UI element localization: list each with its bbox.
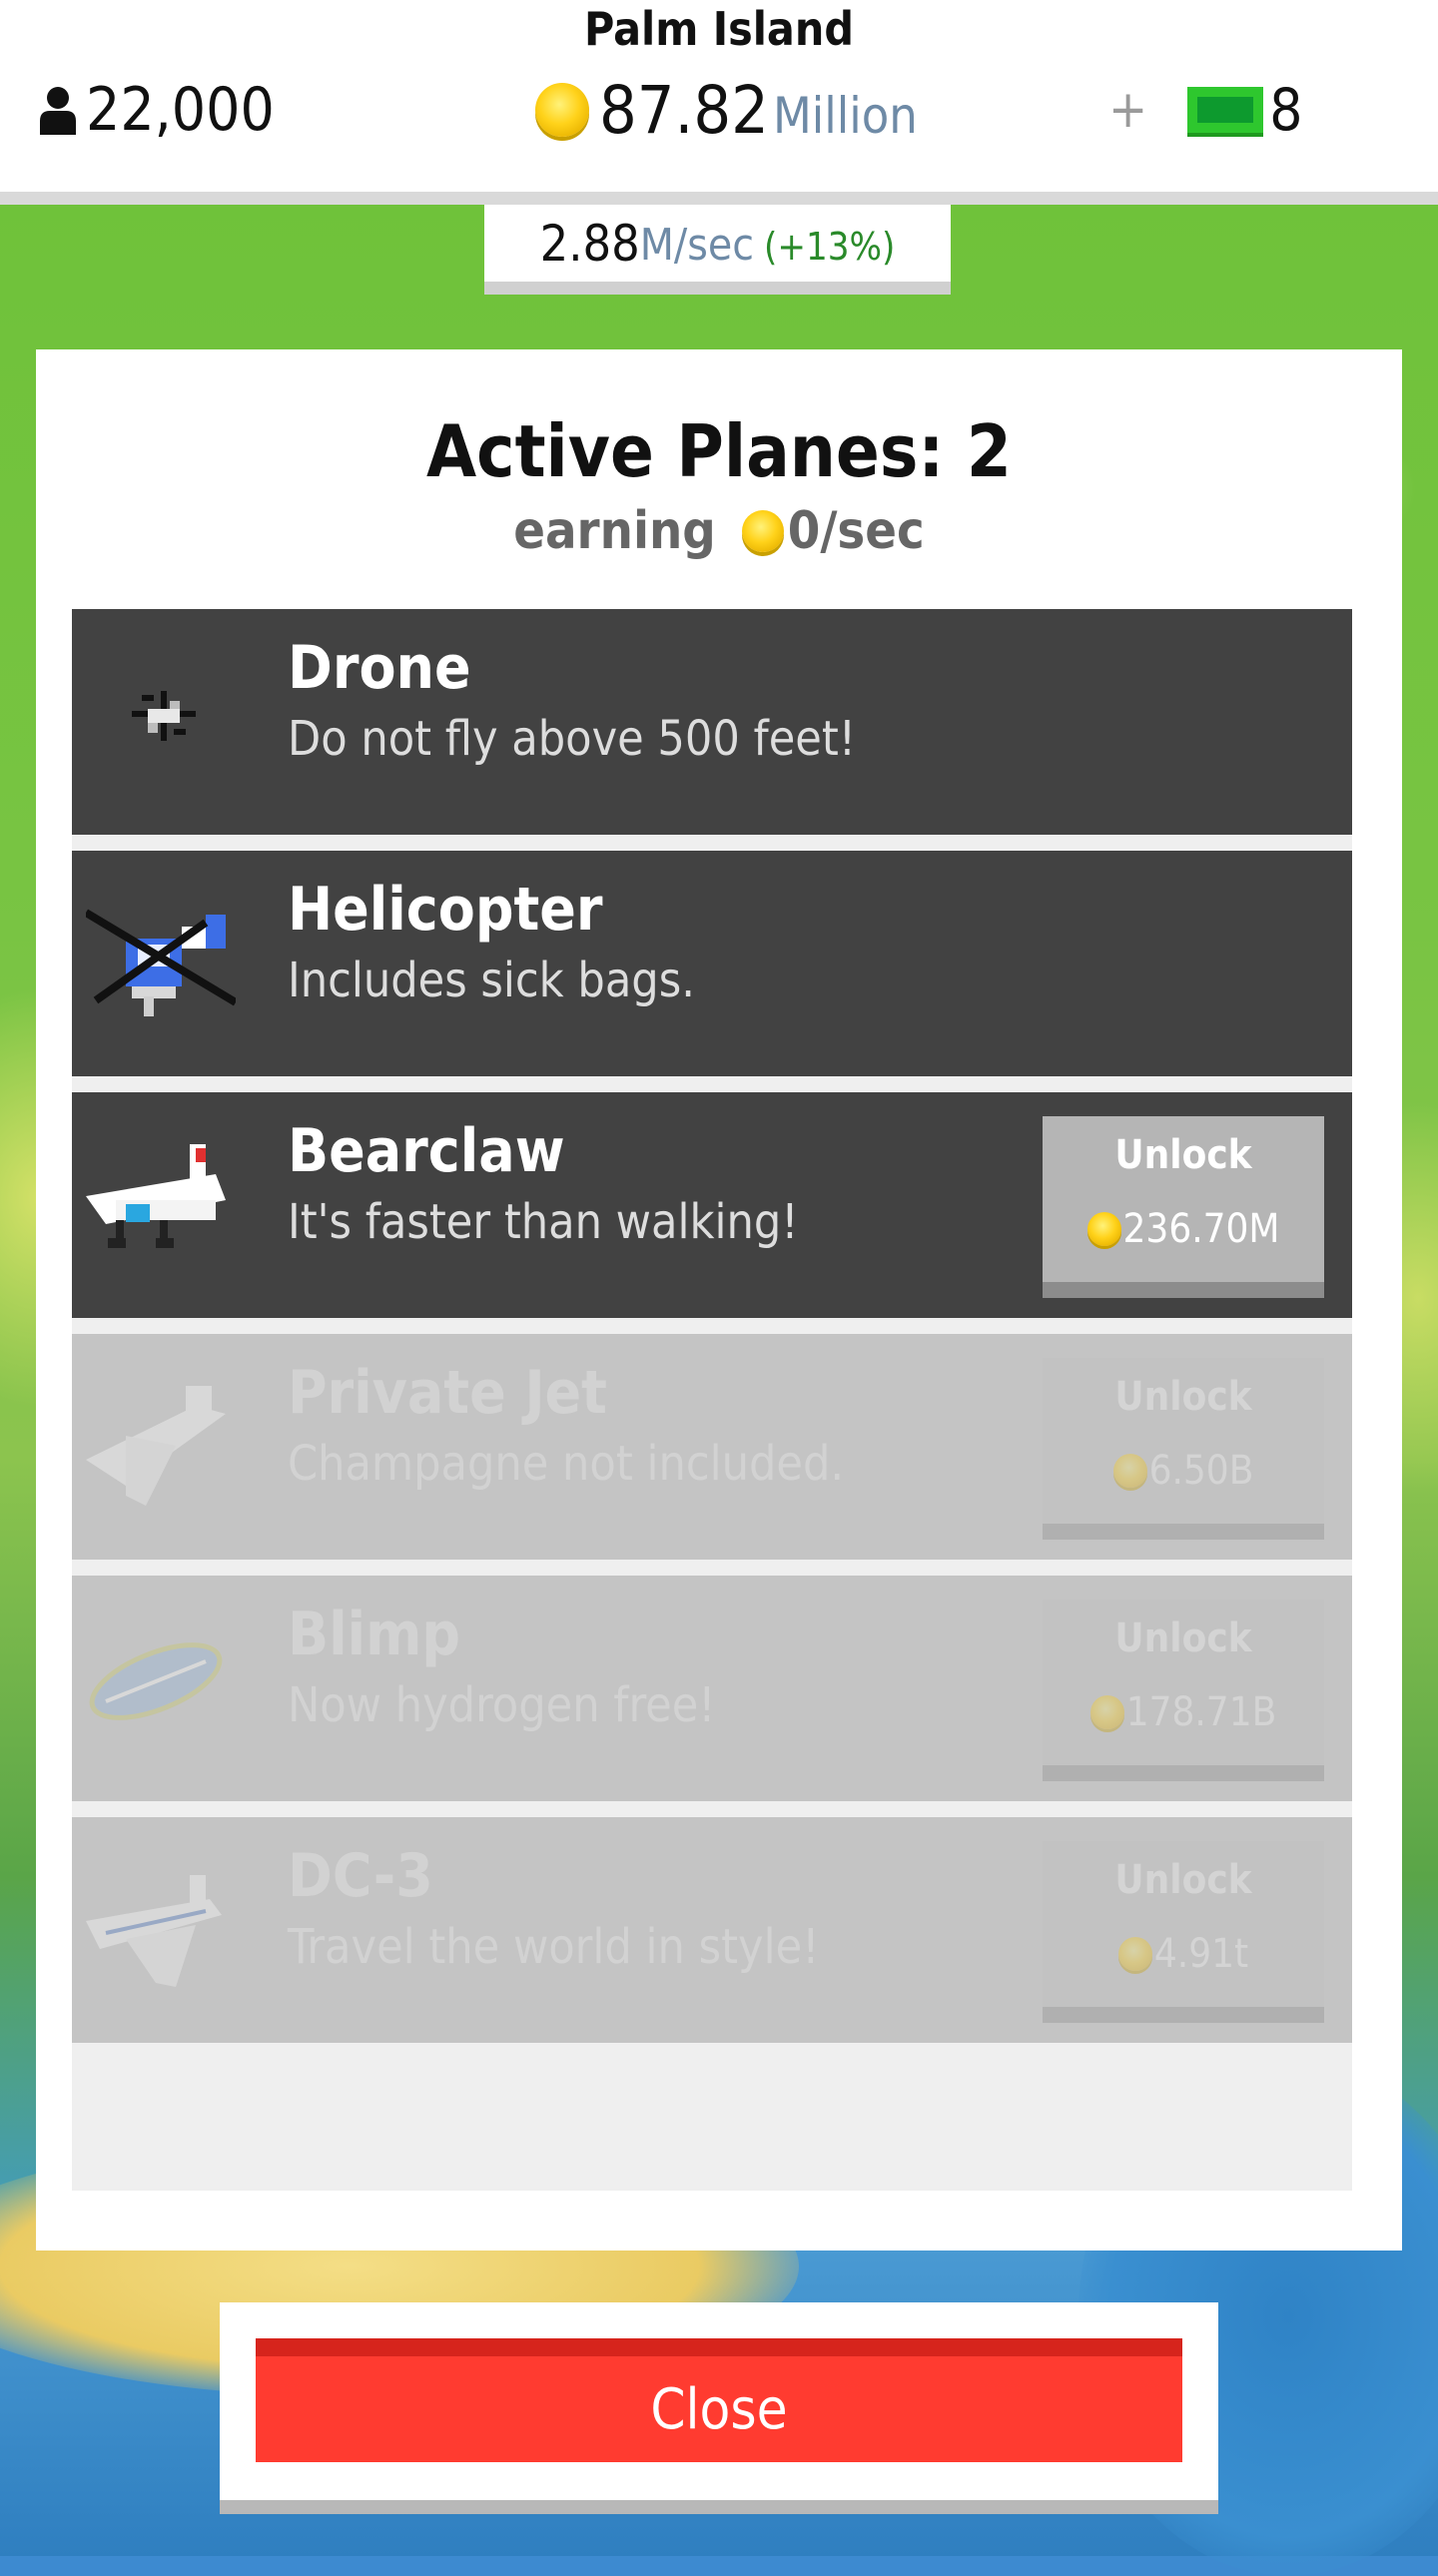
unlock-button: Unlock 4.91t xyxy=(1043,1841,1324,2023)
earning-value: 0/sec xyxy=(787,501,925,561)
helicopter-icon xyxy=(86,909,236,1016)
unlock-cost: 6.50B xyxy=(1043,1448,1324,1494)
plane-name: Blimp xyxy=(288,1600,460,1669)
plane-description: Do not fly above 500 feet! xyxy=(288,711,857,767)
population-counter: 22,000 xyxy=(36,70,275,150)
plane-name: Private Jet xyxy=(288,1358,607,1428)
island-name: Palm Island xyxy=(584,2,854,56)
plane-name: Bearclaw xyxy=(288,1116,565,1186)
unlock-button: Unlock 178.71B xyxy=(1043,1600,1324,1781)
unlock-label: Unlock xyxy=(1114,1374,1252,1420)
rate-unit: M/sec xyxy=(639,220,755,271)
coin-icon xyxy=(1117,1937,1152,1971)
plane-name: DC-3 xyxy=(288,1841,433,1911)
cash-counter[interactable]: + 8 xyxy=(1108,70,1302,150)
add-cash-button[interactable]: + xyxy=(1108,80,1147,140)
top-status-bar: Palm Island 22,000 87.82 Million + 8 xyxy=(0,0,1438,205)
coin-icon xyxy=(1086,1212,1121,1246)
close-button[interactable]: Close xyxy=(256,2338,1182,2462)
money-counter: 87.82 Million xyxy=(535,70,918,150)
private-jet-icon xyxy=(86,1386,226,1506)
plane-row-private-jet: Private Jet Champagne not included. Unlo… xyxy=(72,1334,1352,1560)
money-value: 87.82 xyxy=(599,71,769,149)
cost-value: 178.71B xyxy=(1125,1689,1277,1735)
drone-icon xyxy=(132,691,196,741)
unlock-cost: 4.91t xyxy=(1043,1931,1324,1977)
unlock-label: Unlock xyxy=(1114,1857,1252,1903)
plane-name: Helicopter xyxy=(288,875,603,945)
unlock-cost: 178.71B xyxy=(1043,1689,1324,1735)
plane-description: Champagne not included. xyxy=(288,1436,845,1492)
coin-icon xyxy=(1089,1695,1124,1729)
bearclaw-plane-icon xyxy=(86,1144,226,1248)
blimp-icon xyxy=(89,1642,223,1720)
cash-value: 8 xyxy=(1269,76,1303,144)
cost-value: 6.50B xyxy=(1148,1448,1254,1494)
planes-list[interactable]: Drone Do not fly above 500 feet! Helicop… xyxy=(72,609,1352,2191)
population-value: 22,000 xyxy=(86,75,275,145)
cash-bill-icon xyxy=(1187,87,1264,133)
plane-name: Drone xyxy=(288,633,471,703)
plane-row-helicopter[interactable]: Helicopter Includes sick bags. xyxy=(72,851,1352,1076)
close-button-frame: Close xyxy=(220,2302,1218,2514)
planes-panel: Active Planes: 2 earning 0/sec Drone Do … xyxy=(36,349,1402,2251)
plane-row-bearclaw[interactable]: Bearclaw It's faster than walking! Unloc… xyxy=(72,1092,1352,1318)
plane-row-blimp: Blimp Now hydrogen free! Unlock 178.71B xyxy=(72,1576,1352,1801)
income-rate-tab: 2.88 M/sec (+13%) xyxy=(484,205,951,295)
plane-description: Includes sick bags. xyxy=(288,953,695,1008)
rate-value: 2.88 xyxy=(539,214,640,273)
unlock-label: Unlock xyxy=(1114,1615,1252,1661)
rate-bonus: (+13%) xyxy=(764,224,896,269)
unlock-label: Unlock xyxy=(1114,1132,1252,1178)
coin-icon xyxy=(741,510,784,552)
earning-label: earning xyxy=(513,501,716,561)
unlock-button: Unlock 6.50B xyxy=(1043,1358,1324,1540)
unlock-button[interactable]: Unlock 236.70M xyxy=(1043,1116,1324,1298)
plane-description: Now hydrogen free! xyxy=(288,1677,716,1733)
plane-row-dc3: DC-3 Travel the world in style! Unlock 4… xyxy=(72,1817,1352,2043)
unlock-cost: 236.70M xyxy=(1043,1206,1324,1252)
cost-value: 4.91t xyxy=(1153,1931,1249,1977)
earning-line: earning 0/sec xyxy=(36,501,1402,561)
money-unit: Million xyxy=(772,87,918,145)
plane-row-drone[interactable]: Drone Do not fly above 500 feet! xyxy=(72,609,1352,835)
panel-title: Active Planes: 2 xyxy=(426,409,1012,493)
cost-value: 236.70M xyxy=(1122,1206,1280,1252)
coin-icon xyxy=(1112,1454,1147,1488)
plane-description: Travel the world in style! xyxy=(288,1919,820,1975)
coin-icon xyxy=(535,83,589,137)
plane-description: It's faster than walking! xyxy=(288,1194,799,1250)
person-icon xyxy=(40,87,76,135)
dc3-plane-icon xyxy=(86,1875,222,1987)
